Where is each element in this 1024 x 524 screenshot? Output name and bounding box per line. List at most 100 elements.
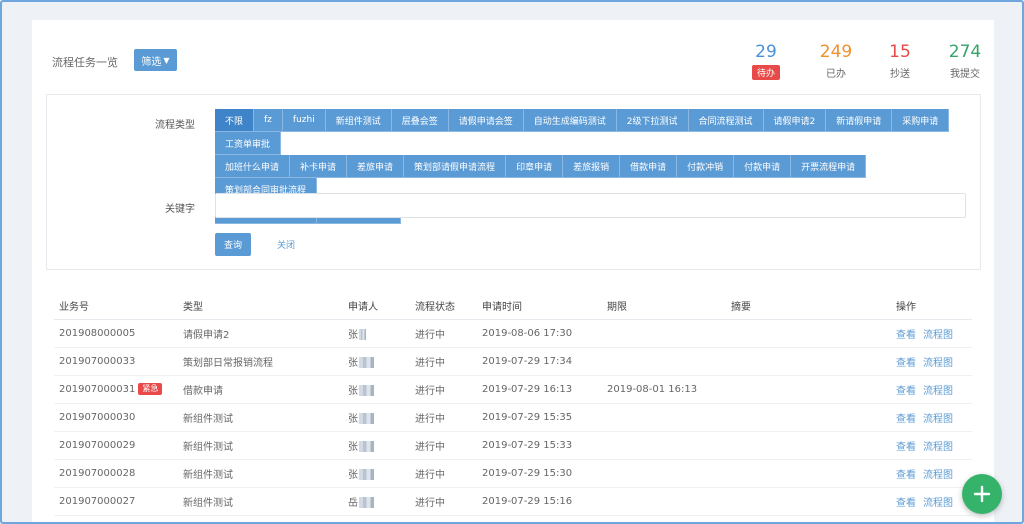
table-row[interactable]: 201908000005 请假申请2 张 进行中 2019-08-06 17:30 查看流… bbox=[54, 319, 972, 348]
cell-deadline: 2019-08-01 16:13 bbox=[602, 375, 726, 404]
type-chip[interactable]: 请假申请会签 bbox=[448, 109, 524, 132]
cell-status: 进行中 bbox=[410, 431, 477, 460]
cell-status-text: 进行中 bbox=[415, 497, 445, 509]
view-link[interactable]: 查看 bbox=[896, 386, 916, 397]
view-link[interactable]: 查看 bbox=[896, 330, 916, 341]
filter-panel: 流程类型 不限 fz fuzhi 新组件测试 层叠会签 请假申请会签 自动生成编码测试 2级下… bbox=[46, 94, 981, 270]
type-chip[interactable]: fz bbox=[254, 109, 283, 132]
plus-icon bbox=[973, 485, 991, 503]
type-chip[interactable]: 印章申请 bbox=[506, 155, 564, 178]
cell-status: 进行中 bbox=[410, 403, 477, 432]
table-row[interactable]: 201907000028 新组件测试 张 进行中 2019-07-29 15:30 查看流… bbox=[54, 459, 972, 488]
cell-id: 201908000005 bbox=[54, 319, 178, 348]
flowchart-link[interactable]: 流程图 bbox=[923, 358, 953, 369]
stat-value: 15 bbox=[889, 42, 911, 62]
type-chip[interactable]: fuzhi bbox=[282, 109, 326, 132]
cell-id-text: 201907000029 bbox=[59, 439, 136, 451]
view-link[interactable]: 查看 bbox=[896, 442, 916, 453]
type-chip[interactable]: 付款申请 bbox=[734, 155, 792, 178]
table-row[interactable]: 201907000030 新组件测试 张 进行中 2019-07-29 15:35 查看流… bbox=[54, 403, 972, 432]
cell-time: 2019-07-29 15:30 bbox=[477, 459, 602, 488]
type-chip[interactable]: 策划部请假申请流程 bbox=[404, 155, 507, 178]
cell-type-text: 请假申请2 bbox=[183, 329, 230, 341]
cell-status: 进行中 bbox=[410, 319, 477, 348]
cell-id-text: 201907000028 bbox=[59, 467, 136, 479]
table-row[interactable]: 201907000033 策划部日常报销流程 张 进行中 2019-07-29 17:3… bbox=[54, 347, 972, 376]
funnel-icon: ▼ bbox=[163, 55, 170, 65]
cell-summary bbox=[726, 375, 891, 404]
type-chip[interactable]: 工资单审批 bbox=[215, 132, 282, 155]
cell-summary bbox=[726, 459, 891, 488]
add-button[interactable] bbox=[962, 474, 1002, 514]
cell-id: 201907000031 紧急 bbox=[54, 375, 178, 404]
cell-time: 2019-07-29 15:16 bbox=[477, 487, 602, 516]
type-chip[interactable]: 差旅申请 bbox=[347, 155, 405, 178]
cell-id-text: 201907000031 bbox=[59, 384, 136, 395]
type-chip[interactable]: 层叠会签 bbox=[391, 109, 449, 132]
cell-type: 策划部日常报销流程 bbox=[178, 347, 343, 376]
redacted-name-mask bbox=[359, 413, 374, 424]
cell-time-text: 2019-07-29 15:30 bbox=[482, 467, 573, 479]
type-chip[interactable]: 合同流程测试 bbox=[688, 109, 764, 132]
cell-actions: 查看 流程图 bbox=[891, 375, 972, 404]
keyword-input[interactable] bbox=[215, 193, 966, 218]
stat-3[interactable]: 274 我提交 bbox=[935, 42, 995, 80]
stat-0[interactable]: 29 待办 bbox=[736, 42, 796, 80]
cell-applicant: 岳 bbox=[343, 487, 410, 516]
cell-summary bbox=[726, 487, 891, 516]
filter-button[interactable]: 筛选 ▼ bbox=[134, 49, 177, 71]
type-chip[interactable]: 不限 bbox=[215, 109, 255, 132]
type-chip[interactable]: 2级下拉测试 bbox=[616, 109, 689, 132]
cell-time-text: 2019-07-29 17:34 bbox=[482, 355, 573, 367]
cell-status: 进行中 bbox=[410, 375, 477, 404]
flowchart-link[interactable]: 流程图 bbox=[923, 330, 953, 341]
stat-value: 29 bbox=[755, 42, 777, 62]
type-chip[interactable]: 新请假申请 bbox=[826, 109, 893, 132]
cell-time: 2019-07-29 17:34 bbox=[477, 347, 602, 376]
table-row[interactable]: 201907000027 新组件测试 岳 进行中 2019-07-29 15:16 查看流… bbox=[54, 487, 972, 516]
view-link[interactable]: 查看 bbox=[896, 414, 916, 425]
table-header-row: 业务号 类型 申请人 流程状态 申请时间 期限 摘要 操作 bbox=[54, 292, 972, 320]
table-row[interactable]: 201907000031 紧急 借款申请张进行中 2019-07-29 16:13 20… bbox=[54, 375, 972, 404]
type-chip[interactable]: 加班什么申请 bbox=[215, 155, 291, 178]
cell-time-text: 2019-07-29 16:13 bbox=[482, 383, 573, 395]
stat-1[interactable]: 249 已办 bbox=[806, 42, 866, 80]
cell-actions: 查看 流程图 bbox=[891, 319, 972, 348]
type-chip[interactable]: 开票流程申请 bbox=[791, 155, 867, 178]
cell-status: 进行中 bbox=[410, 459, 477, 488]
type-chip[interactable]: 请假申请2 bbox=[763, 109, 827, 132]
cell-type-text: 新组件测试 bbox=[183, 413, 233, 425]
query-button[interactable]: 查询 bbox=[215, 233, 251, 256]
cell-type: 借款申请 bbox=[178, 375, 343, 404]
col-actions: 操作 bbox=[891, 292, 972, 320]
cell-status-text: 进行中 bbox=[415, 385, 445, 397]
flowchart-link[interactable]: 流程图 bbox=[923, 470, 953, 481]
flowchart-link[interactable]: 流程图 bbox=[923, 442, 953, 453]
view-link[interactable]: 查看 bbox=[896, 470, 916, 481]
cell-time-text: 2019-07-29 15:16 bbox=[482, 495, 573, 507]
type-chip[interactable]: 补卡申请 bbox=[290, 155, 348, 178]
close-link[interactable]: 关闭 bbox=[277, 238, 295, 251]
type-chip[interactable]: 自动生成编码测试 bbox=[523, 109, 617, 132]
cell-time-text: 2019-07-29 15:35 bbox=[482, 411, 573, 423]
type-chip[interactable]: 采购申请 bbox=[892, 109, 950, 132]
table-row[interactable]: 201907000029 新组件测试 张 进行中 2019-07-29 15:33 查看流… bbox=[54, 431, 972, 460]
cell-applicant-text: 张 bbox=[348, 329, 358, 341]
stat-2[interactable]: 15 抄送 bbox=[870, 42, 930, 80]
flowchart-link[interactable]: 流程图 bbox=[923, 386, 953, 397]
cell-id: 201907000028 bbox=[54, 459, 178, 488]
cell-id-text: 201907000030 bbox=[59, 411, 136, 423]
cell-type-text: 策划部日常报销流程 bbox=[183, 357, 273, 369]
type-label: 流程类型 bbox=[155, 120, 195, 131]
flowchart-link[interactable]: 流程图 bbox=[923, 414, 953, 425]
flowchart-link[interactable]: 流程图 bbox=[923, 498, 953, 509]
type-chip[interactable]: 差旅报销 bbox=[563, 155, 621, 178]
cell-type-text: 新组件测试 bbox=[183, 441, 233, 453]
type-chip[interactable]: 借款申请 bbox=[620, 155, 678, 178]
cell-type: 请假申请2 bbox=[178, 319, 343, 348]
view-link[interactable]: 查看 bbox=[896, 498, 916, 509]
view-link[interactable]: 查看 bbox=[896, 358, 916, 369]
stat-label: 抄送 bbox=[890, 69, 910, 80]
type-chip[interactable]: 付款冲销 bbox=[677, 155, 735, 178]
type-chip[interactable]: 新组件测试 bbox=[325, 109, 392, 132]
